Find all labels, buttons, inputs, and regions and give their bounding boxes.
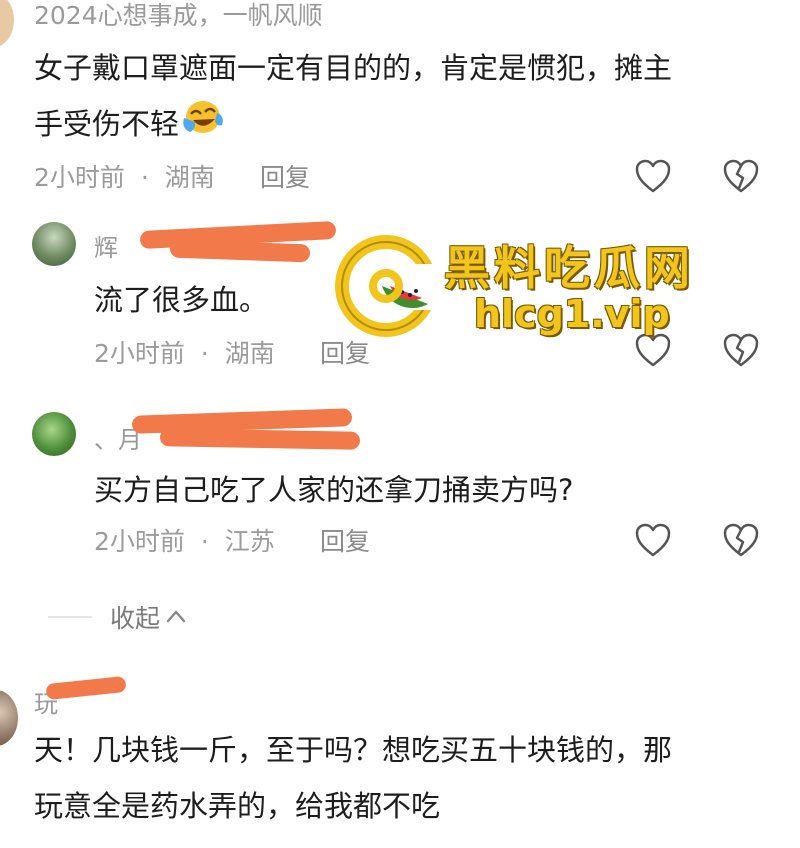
reply-2-location: 江苏 xyxy=(224,527,275,556)
reply-1-username[interactable]: 辉 xyxy=(94,228,118,263)
reply-1-time: 2小时前 xyxy=(94,339,185,368)
comment-4-text-line-2: 玩意全是药水弄的，给我都不吃 xyxy=(34,789,441,823)
comment-1-reply-button[interactable]: 回复 xyxy=(260,158,310,194)
avatar-4[interactable] xyxy=(0,690,18,746)
reply-1-text: 流了很多血。 xyxy=(94,283,269,317)
comment-1-text-line-2-text: 手受伤不轻 xyxy=(34,107,180,141)
redaction-scribble xyxy=(169,239,311,263)
reply-1-location: 湖南 xyxy=(224,339,275,368)
redaction-scribble xyxy=(45,675,127,701)
meta-separator: · xyxy=(200,527,209,556)
meta-separator: · xyxy=(140,163,149,192)
comment-1-time: 2小时前 xyxy=(34,163,125,192)
comment-1-text-line-1: 女子戴口罩遮面一定有目的的，肯定是惯犯，摊主 xyxy=(34,51,673,85)
watermark-url: hlcg1.vip xyxy=(474,292,670,336)
dislike-broken-heart-icon[interactable] xyxy=(722,158,760,198)
collapse-divider xyxy=(48,616,92,618)
watermark-title: 黑料吃瓜网 xyxy=(444,241,694,295)
watermelon-logo-icon xyxy=(334,234,438,342)
dislike-broken-heart-icon[interactable] xyxy=(722,332,760,372)
comment-1-location: 湖南 xyxy=(164,163,215,192)
reply-2-text: 买方自己吃了人家的还拿刀捅卖方吗? xyxy=(94,473,574,507)
comment-1-username[interactable]: 2024心想事成，一帆风顺 xyxy=(34,0,323,32)
laughing-crying-emoji-icon xyxy=(181,98,223,154)
comment-1-meta: 2小时前 · 湖南 xyxy=(34,158,215,194)
avatar-2[interactable] xyxy=(32,222,76,266)
dislike-broken-heart-icon[interactable] xyxy=(722,522,760,562)
collapse-label: 收起 xyxy=(110,604,161,633)
avatar-1[interactable] xyxy=(0,0,14,48)
meta-separator: · xyxy=(200,339,209,368)
like-heart-icon[interactable] xyxy=(634,522,672,562)
chevron-up-icon xyxy=(166,608,186,627)
reply-2-meta: 2小时前 · 江苏 xyxy=(94,522,275,558)
comment-1-text-line-2: 手受伤不轻 xyxy=(34,96,223,154)
comment-4-text-line-1: 天！几块钱一斤，至于吗？想吃买五十块钱的，那 xyxy=(34,733,673,767)
collapse-button[interactable]: 收起 xyxy=(110,600,186,634)
reply-2-reply-button[interactable]: 回复 xyxy=(320,522,370,558)
avatar-3[interactable] xyxy=(32,412,76,456)
reply-1-meta: 2小时前 · 湖南 xyxy=(94,334,275,370)
like-heart-icon[interactable] xyxy=(634,158,672,198)
redaction-scribble xyxy=(159,428,361,450)
reply-2-time: 2小时前 xyxy=(94,527,185,556)
like-heart-icon[interactable] xyxy=(634,332,672,372)
